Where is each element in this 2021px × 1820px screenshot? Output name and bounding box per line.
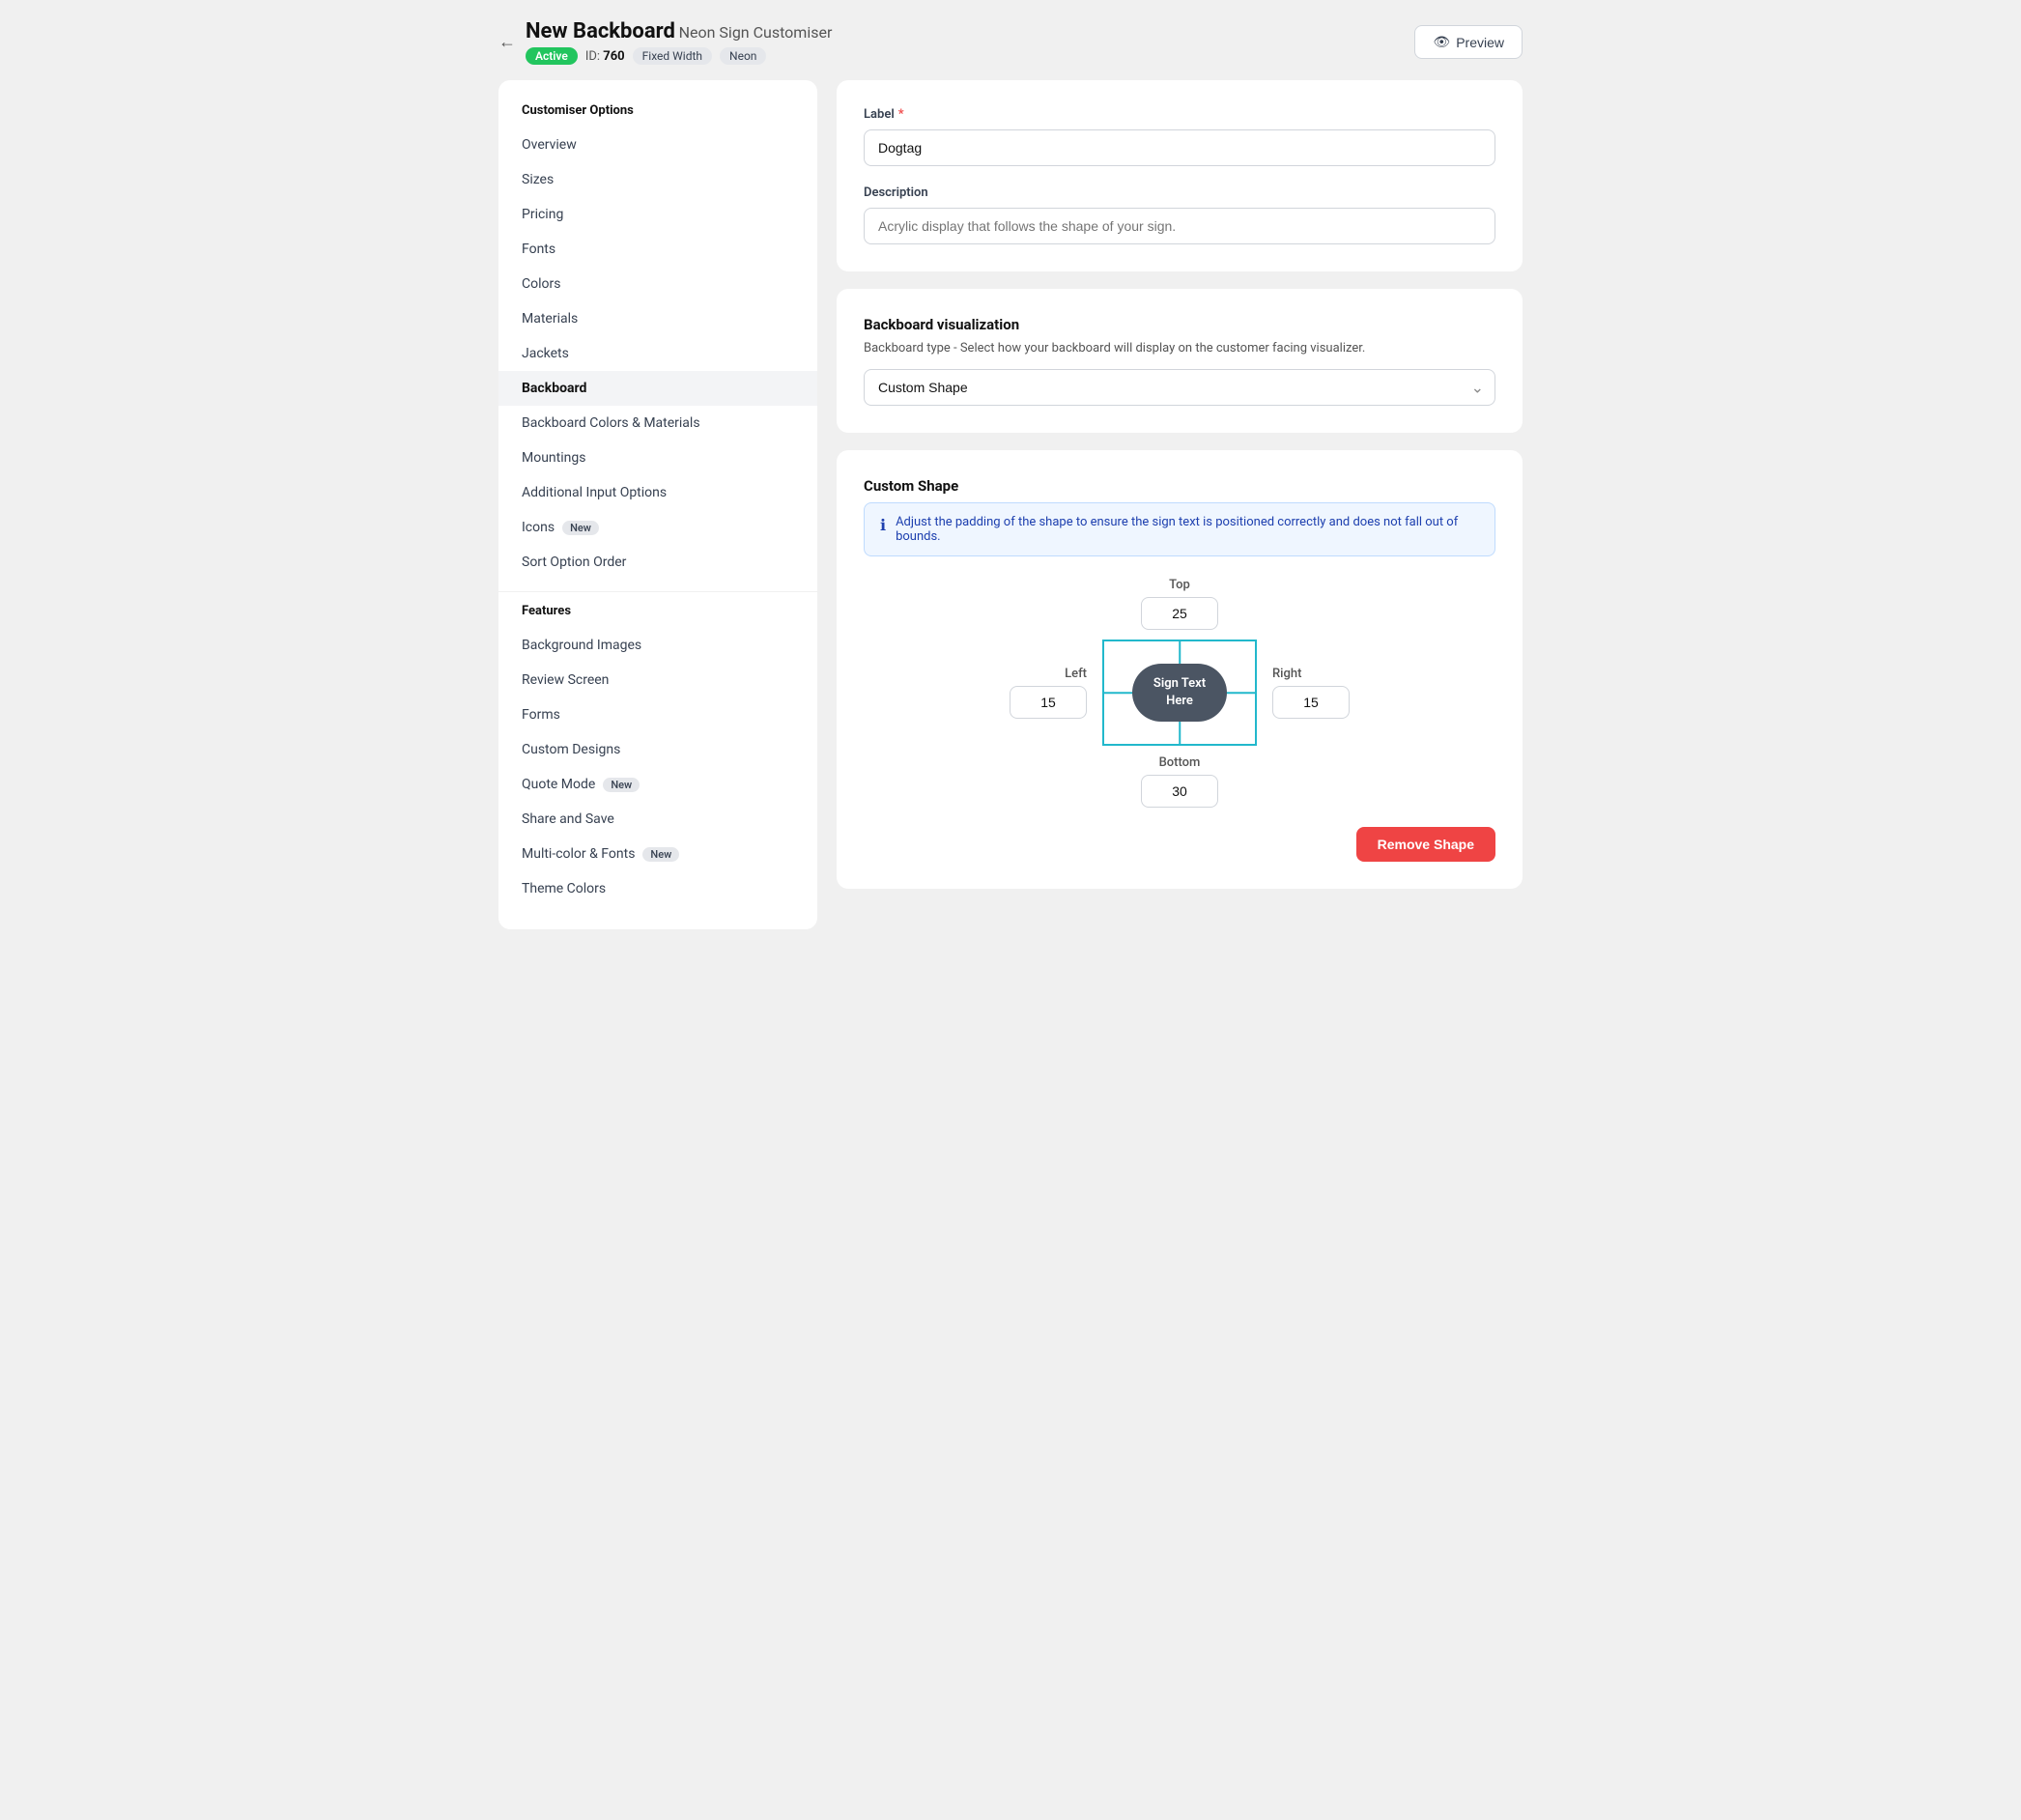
features-section-title: Features: [498, 604, 817, 628]
id-badge: ID: 760: [585, 49, 625, 64]
left-padding-field: Left: [1010, 667, 1087, 719]
backboard-type-select[interactable]: Custom Shape Rectangle Rounded Rectangle…: [864, 369, 1495, 406]
main-layout: Customiser Options Overview Sizes Pricin…: [498, 80, 1523, 929]
bottom-padding-field: Bottom: [1141, 755, 1218, 808]
sidebar-label: Quote Mode: [522, 777, 595, 792]
back-icon: ←: [498, 32, 516, 52]
icons-new-badge: New: [562, 521, 599, 535]
padding-middle-row: Left Sign TextHere Right: [1010, 640, 1350, 746]
left-input[interactable]: [1010, 686, 1087, 719]
sidebar-label: Review Screen: [522, 672, 609, 688]
sidebar-label: Multi-color & Fonts: [522, 846, 635, 862]
sidebar-item-additional[interactable]: Additional Input Options: [498, 475, 817, 510]
custom-shape-card: Custom Shape ℹ Adjust the padding of the…: [837, 450, 1523, 889]
sidebar-label: Fonts: [522, 242, 555, 257]
backboard-viz-desc: Backboard type - Select how your backboa…: [864, 341, 1495, 355]
sidebar-item-share[interactable]: Share and Save: [498, 802, 817, 837]
sidebar-item-backboard-colors[interactable]: Backboard Colors & Materials: [498, 406, 817, 441]
main-content: Label * Description Backboard visualizat…: [837, 80, 1523, 889]
sidebar-item-forms[interactable]: Forms: [498, 697, 817, 732]
sidebar-label: Share and Save: [522, 811, 614, 827]
multicolor-new-badge: New: [642, 847, 679, 862]
sidebar-item-mountings[interactable]: Mountings: [498, 441, 817, 475]
sidebar-label: Forms: [522, 707, 560, 723]
label-input[interactable]: [864, 129, 1495, 166]
left-label: Left: [1065, 667, 1087, 681]
top-padding-field: Top: [1141, 578, 1218, 630]
sign-preview: Sign TextHere: [1102, 640, 1257, 746]
padding-grid: Top Left Sign TextHere: [864, 578, 1495, 808]
customiser-section-title: Customiser Options: [498, 103, 817, 128]
info-icon: ℹ: [880, 516, 886, 534]
right-label: Right: [1272, 667, 1301, 681]
sidebar-item-custom-designs[interactable]: Custom Designs: [498, 732, 817, 767]
fixed-width-badge: Fixed Width: [633, 47, 712, 65]
active-badge: Active: [526, 47, 578, 65]
sidebar-item-theme[interactable]: Theme Colors: [498, 871, 817, 906]
eye-icon: 👁: [1433, 34, 1450, 50]
sidebar-label: Sizes: [522, 172, 554, 187]
sidebar-label: Theme Colors: [522, 881, 606, 896]
sidebar-item-sort[interactable]: Sort Option Order: [498, 545, 817, 580]
top-input[interactable]: [1141, 597, 1218, 630]
sidebar-item-pricing[interactable]: Pricing: [498, 197, 817, 232]
info-box: ℹ Adjust the padding of the shape to ens…: [864, 502, 1495, 556]
page-header: ← New Backboard Neon Sign Customiser Act…: [498, 19, 1523, 65]
bottom-input[interactable]: [1141, 775, 1218, 808]
sidebar-divider: [498, 591, 817, 592]
backboard-viz-card: Backboard visualization Backboard type -…: [837, 289, 1523, 433]
sidebar-item-icons[interactable]: Icons New: [498, 510, 817, 545]
sidebar-label: Backboard: [522, 381, 586, 396]
sidebar-item-quote-mode[interactable]: Quote Mode New: [498, 767, 817, 802]
sidebar-label: Materials: [522, 311, 578, 327]
bottom-label: Bottom: [1159, 755, 1201, 770]
sidebar-label: Background Images: [522, 638, 641, 653]
sidebar-label: Overview: [522, 137, 577, 153]
sidebar-item-materials[interactable]: Materials: [498, 301, 817, 336]
quote-new-badge: New: [603, 778, 640, 792]
page-title: New Backboard: [526, 19, 675, 43]
top-label: Top: [1169, 578, 1190, 592]
sidebar-item-multicolor[interactable]: Multi-color & Fonts New: [498, 837, 817, 871]
custom-shape-title: Custom Shape: [864, 477, 1495, 495]
description-field-label: Description: [864, 185, 1495, 200]
description-input[interactable]: [864, 208, 1495, 244]
sidebar-item-sizes[interactable]: Sizes: [498, 162, 817, 197]
label-card: Label * Description: [837, 80, 1523, 271]
sidebar-label: Mountings: [522, 450, 585, 466]
right-input[interactable]: [1272, 686, 1350, 719]
remove-btn-wrapper: Remove Shape: [864, 827, 1495, 862]
neon-badge: Neon: [720, 47, 766, 65]
sidebar-item-jackets[interactable]: Jackets: [498, 336, 817, 371]
label-field-label: Label *: [864, 107, 1495, 122]
sidebar-label: Custom Designs: [522, 742, 620, 757]
backboard-type-select-wrapper: Custom Shape Rectangle Rounded Rectangle…: [864, 369, 1495, 406]
sidebar-item-overview[interactable]: Overview: [498, 128, 817, 162]
sidebar-item-fonts[interactable]: Fonts: [498, 232, 817, 267]
sidebar-label: Colors: [522, 276, 560, 292]
backboard-viz-title: Backboard visualization: [864, 316, 1495, 333]
sidebar-item-review[interactable]: Review Screen: [498, 663, 817, 697]
right-padding-field: Right: [1272, 667, 1350, 719]
required-star: *: [898, 107, 904, 122]
sign-text-pill: Sign TextHere: [1132, 664, 1227, 722]
sidebar-item-background[interactable]: Background Images: [498, 628, 817, 663]
sidebar-item-colors[interactable]: Colors: [498, 267, 817, 301]
badge-row: Active ID: 760 Fixed Width Neon: [526, 47, 832, 65]
back-button[interactable]: ←: [498, 32, 516, 52]
remove-shape-button[interactable]: Remove Shape: [1356, 827, 1495, 862]
sidebar-label: Jackets: [522, 346, 569, 361]
sidebar-label: Sort Option Order: [522, 555, 626, 570]
info-text: Adjust the padding of the shape to ensur…: [896, 515, 1479, 544]
sidebar-label: Icons: [522, 520, 555, 535]
sidebar-item-backboard[interactable]: Backboard: [498, 371, 817, 406]
sidebar-label: Backboard Colors & Materials: [522, 415, 700, 431]
sidebar-label: Additional Input Options: [522, 485, 667, 500]
sidebar: Customiser Options Overview Sizes Pricin…: [498, 80, 817, 929]
page-subtitle: Neon Sign Customiser: [679, 23, 833, 42]
sidebar-label: Pricing: [522, 207, 563, 222]
preview-button[interactable]: 👁 Preview: [1414, 25, 1523, 59]
